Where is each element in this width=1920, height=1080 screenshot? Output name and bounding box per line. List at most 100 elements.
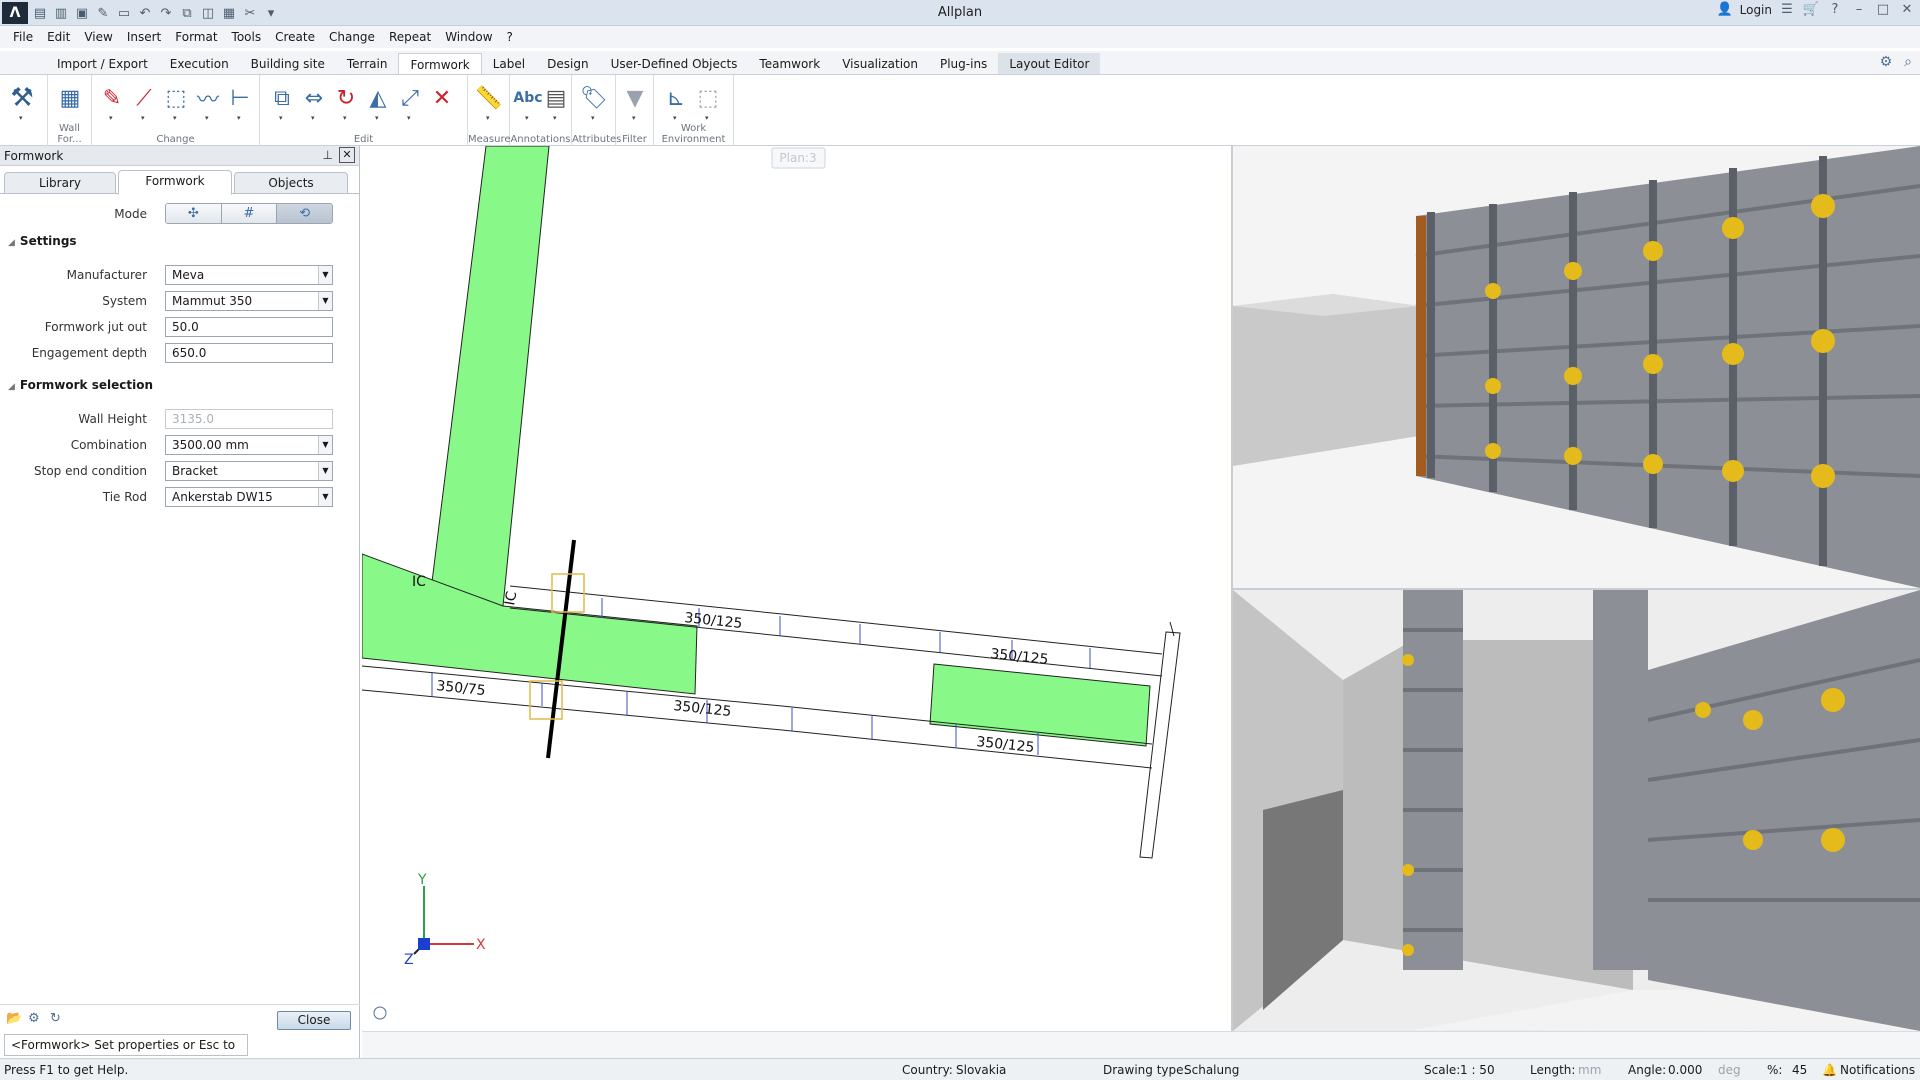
tab-formwork-panel[interactable]: Formwork [118,170,232,195]
help-icon[interactable]: ? [1826,2,1844,17]
copy-elements-icon[interactable]: ⧉ ▾ [268,83,296,123]
stretch-icon[interactable]: ⇔ ▾ [300,83,328,123]
open-favorite-icon[interactable]: 📂 [6,1011,22,1026]
mode-grid-icon[interactable]: # [221,204,278,223]
snap-icon[interactable]: ⬚ ▾ [694,83,722,123]
text-abc-icon[interactable]: Abc ▾ [513,83,542,122]
pin-icon[interactable]: ⊥ [323,148,333,162]
menu-window[interactable]: Window [438,30,499,44]
status-length-unit[interactable]: mm [1578,1063,1601,1077]
save-favorite-icon[interactable]: ⚙ [28,1011,40,1026]
modify-line-icon[interactable]: ⟋ ▾ [130,83,158,123]
chevron-down-icon[interactable]: ▼ [318,266,332,284]
wall-formwork-icon[interactable]: ▦ [56,83,84,113]
status-country[interactable]: Slovakia [956,1063,1006,1077]
group-wall-formwork: ▦ Wall For... [48,75,92,146]
3d-viewport-top[interactable] [1233,146,1920,588]
group-measure: 📏 ▾ Measure [468,75,511,146]
mirror-icon[interactable]: ◭ ▾ [364,83,392,123]
mode-rotate-icon[interactable]: ⟲ [277,204,332,223]
tab-terrain[interactable]: Terrain [336,53,399,75]
chevron-down-icon[interactable]: ▼ [318,292,332,310]
close-window-icon[interactable]: ✕ [1898,2,1916,17]
settings-title: Settings [19,234,77,248]
tab-execution[interactable]: Execution [159,53,240,75]
panel-close-icon[interactable]: ✕ [339,147,355,163]
join-icon[interactable]: ⊢ ▾ [226,83,254,123]
minimize-icon[interactable]: – [1850,2,1868,17]
green-wall-right-segment[interactable] [929,663,1151,747]
menu-change[interactable]: Change [322,30,382,44]
status-scale[interactable]: 1 : 50 [1460,1063,1495,1077]
tab-objects[interactable]: Objects [234,172,348,194]
jut-out-input[interactable]: 50.0 [165,317,333,337]
menu-edit[interactable]: Edit [40,30,77,44]
panel-title: Formwork [4,149,64,163]
selection-section[interactable]: ◢ Formwork selection [8,378,153,392]
status-pct[interactable]: 45 [1792,1063,1807,1077]
work-plane-icon[interactable]: ⊾ ▾ [662,83,690,123]
modify-element-icon[interactable]: ⬚ ▾ [162,83,190,123]
tab-plug-ins[interactable]: Plug-ins [929,53,998,75]
tab-library[interactable]: Library [4,172,116,194]
cart-icon[interactable]: 🛒 [1802,2,1820,17]
attributes-tag-icon[interactable]: 🏷 ▾ [580,83,608,123]
list-icon[interactable]: ☰ [1778,2,1796,17]
menu-view[interactable]: View [77,30,119,44]
menu-create[interactable]: Create [268,30,322,44]
menu-file[interactable]: File [6,30,40,44]
combination-select[interactable]: 3500.00 mm ▼ [165,435,333,455]
status-angle[interactable]: 0.000 [1668,1063,1702,1077]
tab-building-site[interactable]: Building site [240,53,336,75]
user-icon[interactable]: 👤 [1716,2,1734,17]
tab-formwork[interactable]: Formwork [398,53,482,75]
menu-tools[interactable]: Tools [225,30,269,44]
reset-icon[interactable]: ↻ [50,1011,61,1026]
polyline-icon[interactable]: 〰 ▾ [194,83,222,122]
rotate-icon[interactable]: ↻ ▾ [332,83,360,123]
pencil-icon[interactable]: ✎ ▾ [98,83,126,123]
tab-layout-editor[interactable]: Layout Editor [998,53,1101,75]
green-wall-vertical[interactable] [429,146,550,607]
settings-gear-icon[interactable]: ⚙ [1880,54,1893,70]
login-link[interactable]: Login [1740,3,1772,17]
mode-auto-icon[interactable]: ✣ [166,204,222,223]
axis-y-label: Y [417,872,427,888]
tab-user-defined-objects[interactable]: User-Defined Objects [600,53,749,75]
tab-teamwork[interactable]: Teamwork [748,53,831,75]
tab-import-export[interactable]: Import / Export [46,53,159,75]
formwork-hammer-icon[interactable]: ⚒ ▾ [8,83,36,122]
menu-repeat[interactable]: Repeat [382,30,438,44]
status-notifications[interactable]: Notifications [1840,1063,1915,1077]
tab-visualization[interactable]: Visualization [831,53,929,75]
system-select[interactable]: Mammut 350 ▼ [165,291,333,311]
tab-design[interactable]: Design [536,53,599,75]
delete-icon[interactable]: ✕ [428,83,456,113]
stop-end-select[interactable]: Bracket ▼ [165,461,333,481]
notifications-icon[interactable]: 🔔 [1822,1063,1837,1077]
plan-viewport[interactable]: Plan:3 IC IC 350/125 350/125 350/75 350/… [362,146,1232,1031]
measure-icon[interactable]: 📏 ▾ [475,83,503,123]
filter-funnel-icon[interactable]: ▼ ▾ [621,83,649,123]
settings-section[interactable]: ◢ Settings [8,234,77,248]
menu-format[interactable]: Format [168,30,224,44]
close-button[interactable]: Close [277,1011,351,1030]
menu-insert[interactable]: Insert [120,30,168,44]
status-dtype[interactable]: Schalung [1184,1063,1239,1077]
scale-icon[interactable]: ⤢ ▾ [396,83,424,123]
jut-out-label: Formwork jut out [44,320,147,334]
chevron-down-icon[interactable]: ▼ [318,488,332,506]
legend-icon[interactable]: ▤ ▾ [542,83,570,123]
manufacturer-select[interactable]: Meva ▼ [165,265,333,285]
search-icon[interactable]: ⌕ [1904,54,1912,70]
viewport-nav-icon[interactable] [373,1006,387,1020]
chevron-down-icon[interactable]: ▼ [318,436,332,454]
3d-viewport-bottom[interactable] [1233,590,1920,1031]
menu-help[interactable]: ? [500,30,520,44]
tie-rod-select[interactable]: Ankerstab DW15 ▼ [165,487,333,507]
engagement-input[interactable]: 650.0 [165,343,333,363]
maximize-icon[interactable]: □ [1874,2,1892,17]
tab-label[interactable]: Label [482,53,536,75]
system-value: Mammut 350 [172,294,253,308]
chevron-down-icon[interactable]: ▼ [318,462,332,480]
